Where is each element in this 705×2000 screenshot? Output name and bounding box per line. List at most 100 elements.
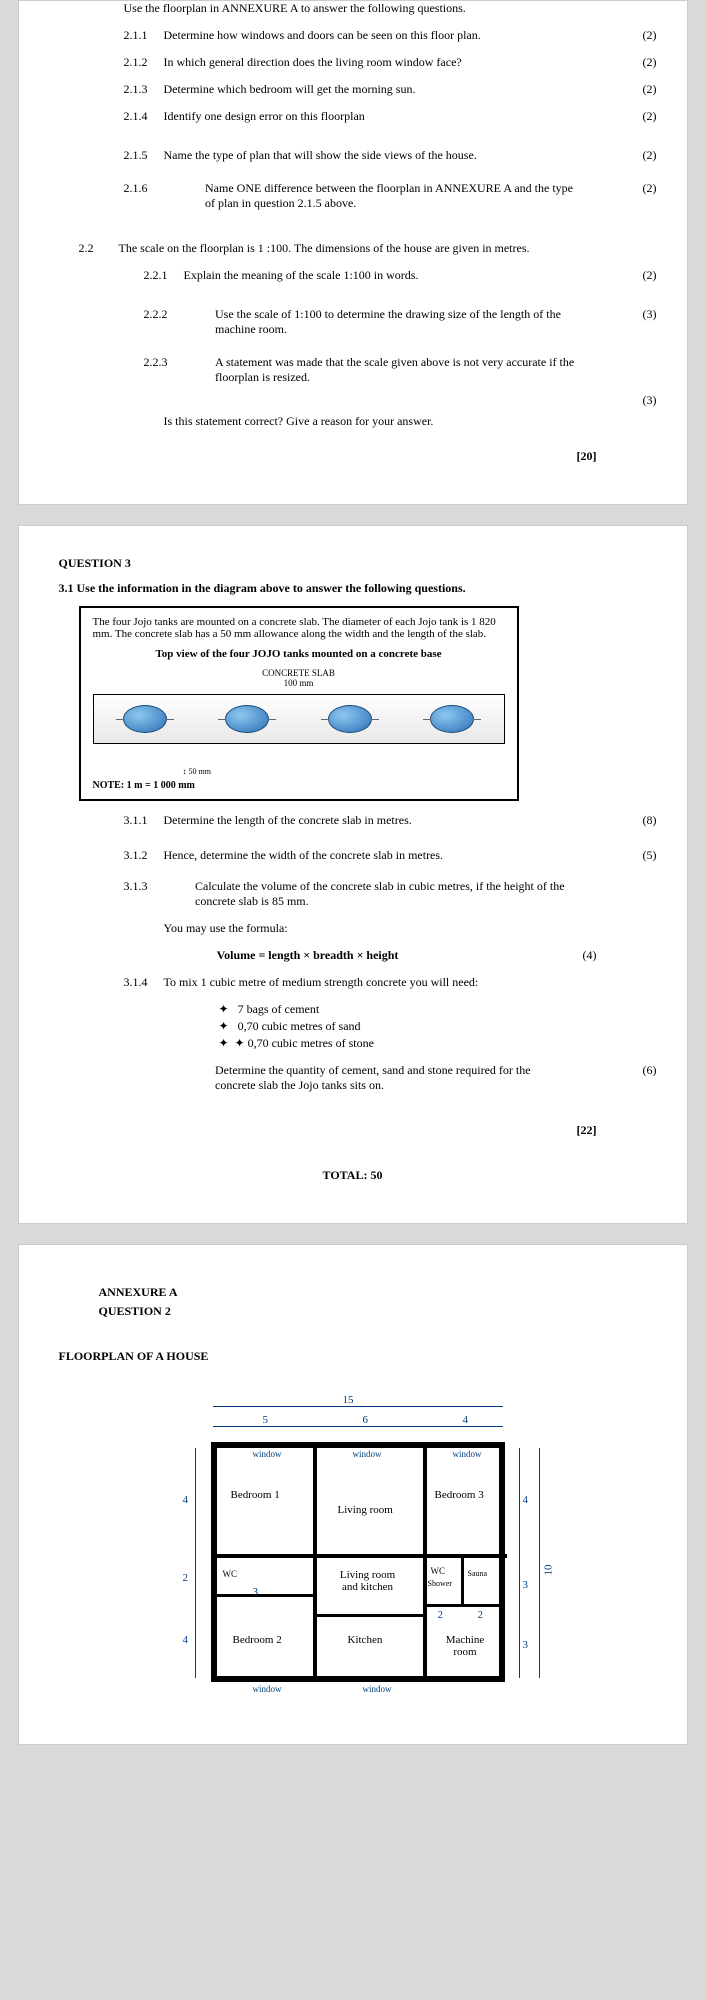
q-text: A statement was made that the scale give… [215,355,595,385]
q-num: 2.2.3 [144,355,184,385]
q-2-1-1: 2.1.1 Determine how windows and doors ca… [124,28,657,43]
jojo-tank-icon [328,705,372,733]
q-2-1-2: 2.1.2 In which general direction does th… [124,55,657,70]
dim-3-right2: 3 [523,1639,529,1651]
formula-row: Volume = length × breadth × height (4) [49,948,657,963]
q-marks: (2) [627,55,657,70]
room-wc-2: WC [431,1566,446,1576]
room-machine: Machine room [438,1634,493,1658]
room-bedroom-2: Bedroom 2 [233,1634,282,1646]
wall [423,1558,427,1678]
room-bedroom-1: Bedroom 1 [231,1489,280,1501]
dim-2-left: 2 [183,1572,189,1584]
q-marks: (3) [627,307,657,337]
q-3-1-4-end: Determine the quantity of cement, sand a… [124,1063,657,1093]
grand-total: TOTAL: 50 [49,1168,657,1183]
slab-label-2: 100 mm [93,678,505,688]
window-label: window [353,1449,382,1459]
page-3: ANNEXURE A QUESTION 2 FLOORPLAN OF A HOU… [18,1244,688,1745]
room-sauna: Sauna [468,1569,488,1578]
wall [423,1604,503,1607]
q-text: Determine the quantity of cement, sand a… [215,1063,575,1093]
dim-4-left: 4 [183,1494,189,1506]
dim-5: 5 [263,1414,269,1426]
dim-4-left2: 4 [183,1634,189,1646]
dim-3-inner: 3 [253,1586,259,1598]
section-total-22: [22] [49,1123,597,1138]
dim-6: 6 [363,1414,369,1426]
wall [423,1448,427,1558]
q-marks: (2) [627,28,657,43]
volume-formula: Volume = length × breadth × height [49,948,567,963]
room-living: Living room [338,1504,393,1516]
q-marks: (8) [627,813,657,828]
diagram-title: Top view of the four JOJO tanks mounted … [93,648,505,660]
q-num: 2.2.2 [144,307,184,337]
q-text: Determine the length of the concrete sla… [164,813,627,828]
mix-bullet-list: ✦ 7 bags of cement ✦ 0,70 cubic metres o… [219,1002,657,1051]
diagram-note: NOTE: 1 m = 1 000 mm [93,780,505,791]
wall [217,1594,313,1597]
question-3-heading: QUESTION 3 [59,556,657,571]
room-wc-1: WC [223,1569,238,1579]
q-2-2-3-sub: Is this statement correct? Give a reason… [164,414,657,429]
q-2-2-3-marks: (3) [144,393,657,408]
room-shower: Shower [428,1579,452,1588]
dim-line [195,1448,196,1678]
q-2-1-3: 2.1.3 Determine which bedroom will get t… [124,82,657,97]
room-kitchen: Kitchen [348,1634,383,1646]
dim-line [213,1406,503,1407]
wall [313,1558,317,1678]
q-text: Calculate the volume of the concrete sla… [195,879,595,909]
q-marks: (6) [627,1063,657,1093]
q-3-1-3: 3.1.3 Calculate the volume of the concre… [124,879,657,909]
q-text: To mix 1 cubic metre of medium strength … [164,975,627,990]
floorplan-title: FLOORPLAN OF A HOUSE [59,1349,657,1364]
q-2-2: 2.2 The scale on the floorplan is 1 :100… [79,241,657,256]
q-num: 3.1.2 [124,848,164,863]
dim-line [213,1426,503,1427]
q-text: Determine how windows and doors can be s… [164,28,627,43]
jojo-diagram-box: The four Jojo tanks are mounted on a con… [79,606,519,801]
window-label: window [363,1684,392,1694]
q-marks [627,241,657,256]
q-text: Name ONE difference between the floorpla… [205,181,585,211]
q-marks: (2) [627,181,657,211]
concrete-slab-rect [93,694,505,744]
q-2-2-2: 2.2.2 Use the scale of 1:100 to determin… [144,307,657,337]
q-num: 2.2 [79,241,119,256]
page-1: Use the floorplan in ANNEXURE A to answe… [18,0,688,505]
q-num: 3.1.4 [124,975,164,990]
dim-50mm: ↕ 50 mm [183,767,211,776]
q-num: 2.2.1 [144,268,184,283]
q-num: 2.1.5 [124,148,164,163]
q-marks: (2) [627,109,657,124]
q-num: 3.1.3 [124,879,164,909]
q-num: 2.1.2 [124,55,164,70]
q-3-1-2: 3.1.2 Hence, determine the width of the … [124,848,657,863]
q-marks: (2) [627,148,657,163]
dim-2-inner1: 2 [438,1609,444,1621]
jojo-tank-icon [225,705,269,733]
floorplan-diagram: 15 5 6 4 window window window window win… [123,1394,583,1734]
wall [499,1442,505,1682]
annexure-question: QUESTION 2 [99,1304,657,1319]
slab-label-1: CONCRETE SLAB [93,668,505,678]
dim-line [539,1448,540,1678]
bullet-item: ✦ 0,70 cubic metres of sand [219,1019,657,1034]
q-num: 2.1.3 [124,82,164,97]
q-2-2-1: 2.2.1 Explain the meaning of the scale 1… [144,268,657,283]
window-label: window [253,1684,282,1694]
q2-intro: Use the floorplan in ANNEXURE A to answe… [124,1,657,16]
room-bedroom-3: Bedroom 3 [435,1489,484,1501]
wall [461,1558,464,1604]
q-num: 2.1.1 [124,28,164,43]
dim-line [519,1448,520,1678]
dim-4-right: 4 [523,1494,529,1506]
wall [313,1448,317,1558]
q-text: Name the type of plan that will show the… [164,148,627,163]
q-text: Hence, determine the width of the concre… [164,848,627,863]
q-3-1-3-sub: You may use the formula: [164,921,657,936]
q-2-1-4: 2.1.4 Identify one design error on this … [124,109,657,124]
q-text: In which general direction does the livi… [164,55,627,70]
